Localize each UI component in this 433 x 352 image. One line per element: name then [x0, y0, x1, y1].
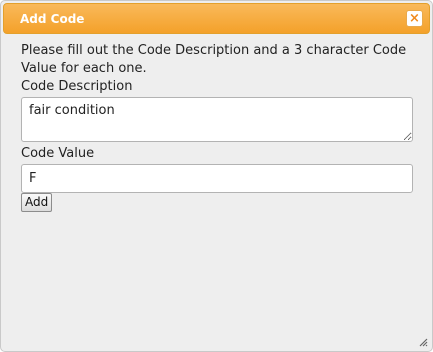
- dialog-title: Add Code: [20, 12, 85, 26]
- code-value-field[interactable]: [21, 164, 413, 193]
- code-description-label: Code Description: [21, 79, 133, 94]
- instructions-text: Please fill out the Code Description and…: [21, 43, 407, 76]
- code-value-label: Code Value: [21, 146, 95, 161]
- close-button[interactable]: ×: [406, 10, 423, 27]
- close-icon: ×: [409, 11, 420, 26]
- add-button[interactable]: Add: [21, 193, 53, 212]
- resize-grip-icon[interactable]: [419, 338, 428, 347]
- dialog-titlebar[interactable]: Add Code ×: [3, 3, 430, 34]
- code-description-field[interactable]: fair condition: [21, 97, 413, 142]
- add-code-dialog: Add Code × Please fill out the Code Desc…: [0, 0, 433, 352]
- dialog-content: Please fill out the Code Description and…: [21, 42, 413, 212]
